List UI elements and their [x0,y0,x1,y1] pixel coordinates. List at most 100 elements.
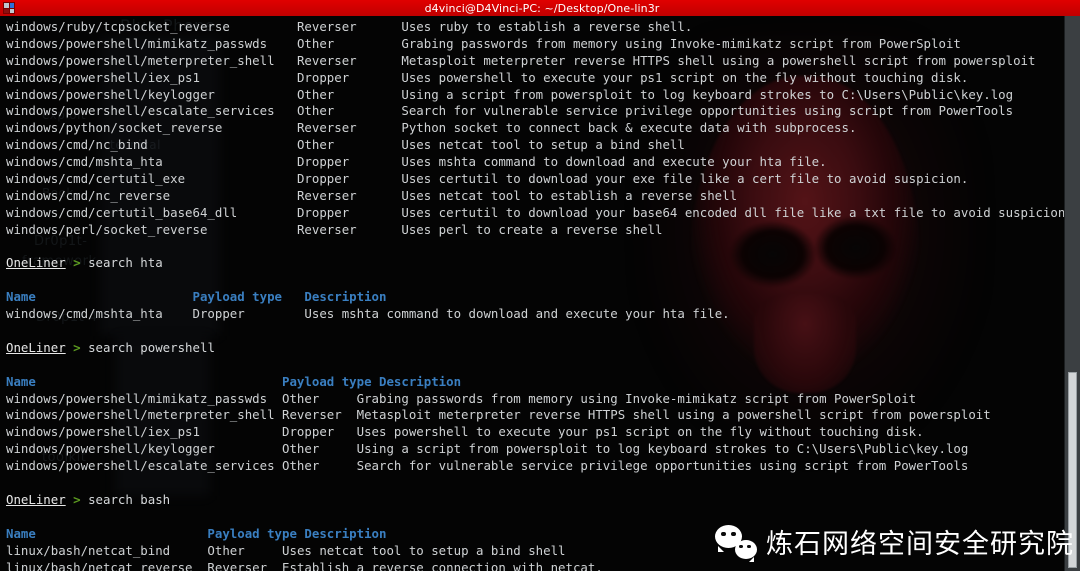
row-name: windows/cmd/nc_reverse [6,187,297,203]
row-name: windows/powershell/meterpreter_shell [6,52,297,68]
row-description: Using a script from powersploit to log k… [356,441,969,457]
window-titlebar[interactable]: d4vinci@D4Vinci-PC: ~/Desktop/One-lin3r [0,0,1080,16]
watermark-text: 炼石网络空间安全研究院 [766,529,1074,560]
row-name: windows/powershell/keylogger [6,86,297,102]
row-type: Dropper [296,171,402,187]
row-description: Uses certutil to download your base64 en… [401,204,1064,220]
row-name: windows/powershell/iex_ps1 [6,424,283,440]
row-name: windows/cmd/mshta_hta [6,154,297,170]
wechat-watermark: 炼石网络空间安全研究院 [715,522,1074,562]
row-name: windows/cmd/nc_bind [6,137,297,153]
table-row: windows/cmd/certutil_base64_dll Dropper … [6,205,1064,222]
row-description: Uses perl to create a reverse shell [401,221,663,237]
table-row: windows/powershell/escalate_services Oth… [6,103,1064,120]
row-type: Reverser [207,559,283,571]
row-type: Reverser [296,187,402,203]
row-type: Other [296,86,402,102]
column-header-name: Name [6,289,193,305]
table-row: windows/powershell/mimikatz_passwds Othe… [6,36,1064,53]
prompt-line[interactable]: OneLiner > search powershell [6,340,1064,357]
row-description: Uses netcat tool to establish a reverse … [401,187,738,203]
row-description: Uses netcat tool to setup a bind shell [282,542,566,558]
table-row: windows/powershell/iex_ps1 Dropper Uses … [6,70,1064,87]
row-name: windows/powershell/escalate_services [6,458,283,474]
row-name: windows/python/socket_reverse [6,120,297,136]
row-description: Uses powershell to execute your ps1 scri… [356,424,924,440]
prompt-arrow-icon: > [73,339,81,355]
row-description: Metasploit meterpreter reverse HTTPS she… [401,52,1036,68]
row-type: Dropper [296,69,402,85]
row-type: Reverser [296,52,402,68]
row-description: Uses netcat tool to setup a bind shell [401,137,685,153]
row-type: Other [207,542,283,558]
row-type: Dropper [296,204,402,220]
row-description: Uses mshta command to download and execu… [401,154,827,170]
prompt-label: OneLiner [6,255,66,271]
row-name: linux/bash/netcat_reverse [6,559,208,571]
row-name: windows/perl/socket_reverse [6,221,297,237]
window-title: d4vinci@D4Vinci-PC: ~/Desktop/One-lin3r [424,1,660,15]
row-description: Metasploit meterpreter reverse HTTPS she… [356,407,991,423]
table-row: windows/powershell/meterpreter_shell Rev… [6,53,1064,70]
row-name: windows/ruby/tcpsocket_reverse [6,19,297,34]
row-description: Python socket to connect back & execute … [401,120,857,136]
row-name: windows/powershell/keylogger [6,441,283,457]
row-description: Uses certutil to download your exe file … [401,171,969,187]
column-header-type: Payload type [282,373,379,389]
column-header-description: Description [304,289,387,305]
row-description: Uses powershell to execute your ps1 scri… [401,69,969,85]
table-row: windows/powershell/keylogger Other Using… [6,441,1064,458]
prompt-line[interactable]: OneLiner > search hta [6,255,1064,272]
row-type: Reverser [296,221,402,237]
prompt-command: search bash [80,491,171,507]
row-name: windows/powershell/escalate_services [6,103,297,119]
row-type: Reverser [296,19,402,34]
prompt-label: OneLiner [6,491,66,507]
row-type: Other [296,103,402,119]
prompt-line[interactable]: OneLiner > search bash [6,492,1064,509]
row-type: Dropper [296,154,402,170]
table-row: windows/powershell/meterpreter_shell Rev… [6,407,1064,424]
column-header-type: Payload type [207,525,305,541]
row-type: Other [296,35,402,51]
row-name: windows/cmd/mshta_hta [6,306,193,322]
table-header-row: Name Payload type Description [6,289,1064,306]
table-row: windows/perl/socket_reverse Reverser Use… [6,222,1064,239]
row-description: Search for vulnerable service privilege … [356,458,969,474]
row-name: windows/powershell/mimikatz_passwds [6,390,283,406]
row-type: Other [296,137,402,153]
prompt-command: search hta [80,255,163,271]
row-name: windows/cmd/certutil_base64_dll [6,204,297,220]
table-row: windows/powershell/keylogger Other Using… [6,87,1064,104]
row-name: windows/powershell/mimikatz_passwds [6,35,297,51]
row-description: Search for vulnerable service privilege … [401,103,1014,119]
table-row: windows/powershell/iex_ps1 Dropper Uses … [6,424,1064,441]
table-row: windows/ruby/tcpsocket_reverse Reverser … [6,19,1064,36]
row-name: linux/bash/netcat_bind [6,542,208,558]
vertical-scrollbar[interactable] [1064,16,1080,571]
row-type: Dropper [192,306,305,322]
row-description: Grabing passwords from memory using Invo… [401,35,961,51]
table-row: windows/cmd/nc_reverse Reverser Uses net… [6,188,1064,205]
row-type: Reverser [296,120,402,136]
table-row: windows/python/socket_reverse Reverser P… [6,120,1064,137]
row-type: Other [282,390,357,406]
terminal-output[interactable]: windows/ruby/tcpsocket_reverse Reverser … [0,16,1064,571]
terminal-window: Dr0p1t- framework Dr0p1t 4 toolkit explo… [0,0,1080,571]
row-description: Establish a reverse connection with netc… [282,559,603,571]
row-name: windows/powershell/iex_ps1 [6,69,297,85]
table-row: linux/bash/netcat_reverse Reverser Estab… [6,560,1064,571]
prompt-label: OneLiner [6,339,66,355]
table-row: windows/powershell/escalate_services Oth… [6,458,1064,475]
table-row: windows/cmd/nc_bind Other Uses netcat to… [6,137,1064,154]
row-type: Dropper [282,424,357,440]
prompt-arrow-icon: > [73,255,81,271]
row-description: Uses mshta command to download and execu… [304,306,730,322]
row-description: Uses ruby to establish a reverse shell. [401,19,693,34]
row-type: Other [282,441,357,457]
